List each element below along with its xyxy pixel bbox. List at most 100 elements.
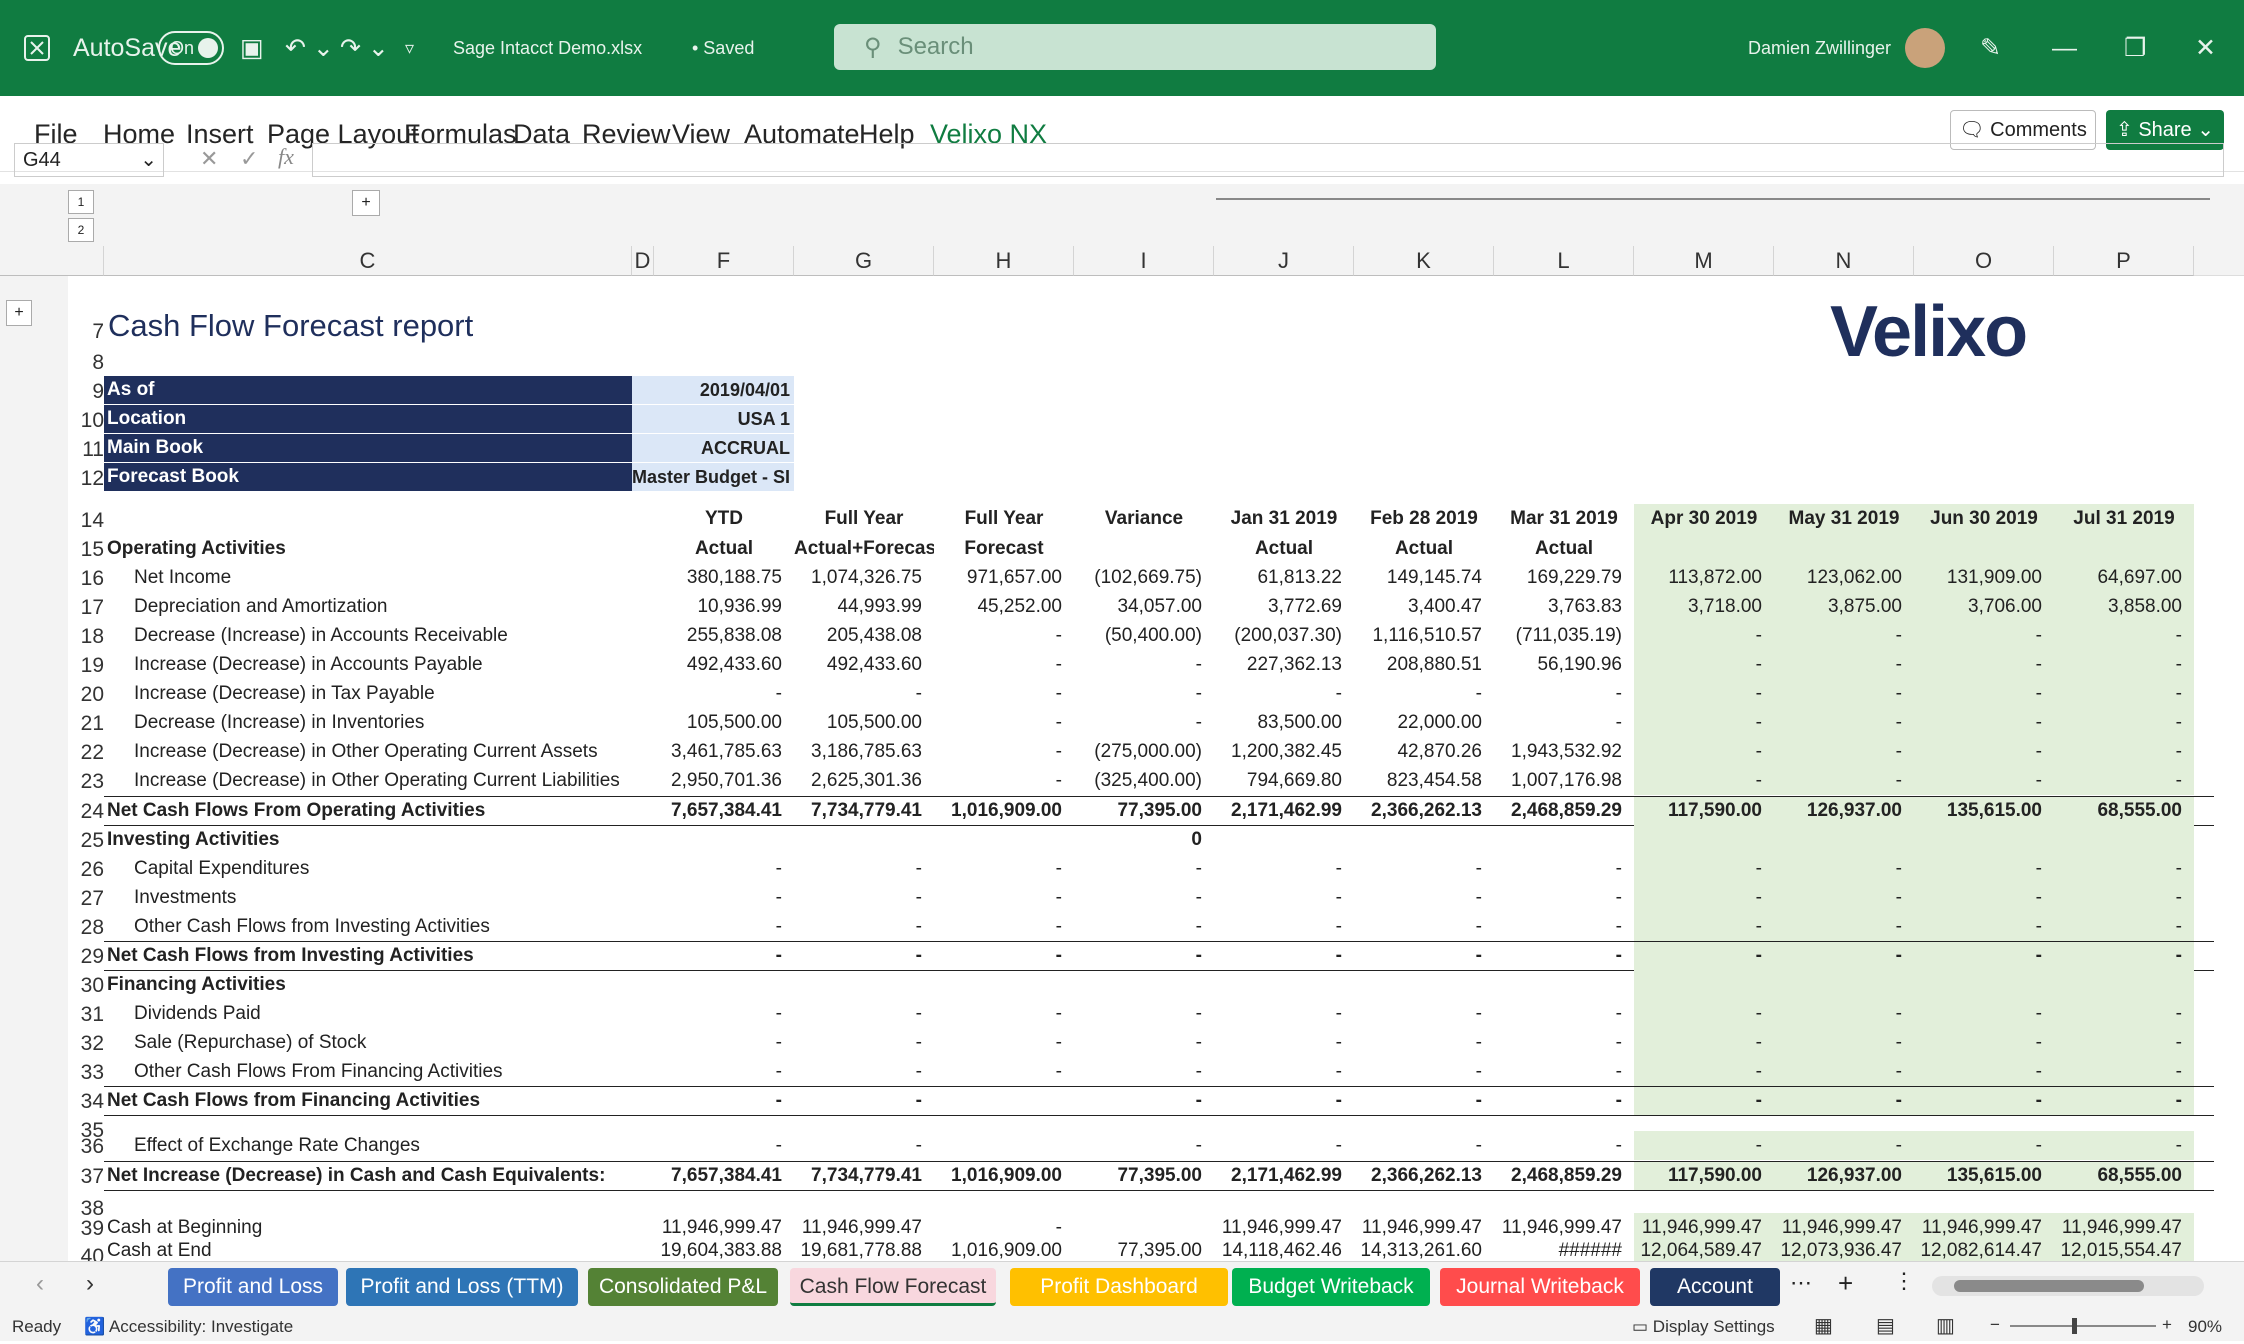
row-number[interactable]: 30 [68, 974, 104, 998]
value-cell[interactable]: - [1074, 1028, 1214, 1057]
value-cell[interactable]: 19,604,383.88 [654, 1241, 794, 1261]
value-cell[interactable]: 1,200,382.45 [1214, 737, 1354, 766]
sheet-tab[interactable]: Profit and Loss (TTM) [346, 1268, 578, 1306]
value-cell[interactable]: - [1914, 941, 2054, 970]
scroll-thumb[interactable] [1954, 1280, 2144, 1292]
value-cell[interactable]: 126,937.00 [1774, 796, 1914, 825]
value-cell[interactable]: - [1914, 737, 2054, 766]
value-cell[interactable]: - [1634, 766, 1774, 795]
column-header-H[interactable]: H [934, 246, 1074, 276]
outline-level-2-button[interactable]: 2 [68, 218, 94, 242]
value-cell[interactable]: - [654, 1057, 794, 1086]
row-label[interactable]: Decrease (Increase) in Inventories [104, 708, 632, 737]
value-cell[interactable]: (275,000.00) [1074, 737, 1214, 766]
value-cell[interactable]: - [794, 679, 934, 708]
value-cell[interactable]: 1,074,326.75 [794, 563, 934, 592]
value-cell[interactable]: - [934, 766, 1074, 795]
value-cell[interactable]: 123,062.00 [1774, 563, 1914, 592]
value-cell[interactable]: - [794, 1086, 934, 1115]
row-label[interactable]: Net Cash Flows From Operating Activities [104, 796, 632, 825]
param-label[interactable]: As of [104, 376, 632, 404]
value-cell[interactable]: - [2054, 854, 2194, 883]
value-cell[interactable]: - [934, 621, 1074, 650]
cancel-icon[interactable]: ✕ [200, 146, 218, 172]
value-cell[interactable]: - [1214, 912, 1354, 941]
sheet-tab[interactable]: Cash Flow Forecast [790, 1268, 996, 1306]
value-cell[interactable]: 492,433.60 [794, 650, 934, 679]
value-cell[interactable]: 11,946,999.47 [654, 1213, 794, 1242]
row-label[interactable]: Net Cash Flows from Financing Activities [104, 1086, 632, 1115]
value-cell[interactable]: - [794, 941, 934, 970]
value-cell[interactable]: - [1494, 999, 1634, 1028]
forecast-cell[interactable] [1914, 534, 2054, 563]
redo-icon[interactable]: ↷ ⌄ [340, 0, 389, 96]
value-cell[interactable]: 380,188.75 [654, 563, 794, 592]
formula-input[interactable] [312, 143, 2224, 177]
row-number[interactable]: 28 [68, 916, 104, 940]
value-cell[interactable]: - [1914, 1086, 2054, 1115]
column-subheading[interactable]: Actual [654, 534, 794, 564]
column-subheading[interactable]: Actual [1354, 534, 1494, 564]
value-cell[interactable]: - [2054, 941, 2194, 970]
value-cell[interactable]: 794,669.80 [1214, 766, 1354, 795]
column-header-L[interactable]: L [1494, 246, 1634, 276]
sheet-tab[interactable]: Profit and Loss [168, 1268, 338, 1306]
value-cell[interactable] [934, 1086, 1074, 1115]
value-cell[interactable] [934, 825, 1074, 854]
forecast-cell[interactable] [1774, 970, 1914, 999]
value-cell[interactable]: - [1214, 883, 1354, 912]
value-cell[interactable]: - [1634, 650, 1774, 679]
accessibility-status[interactable]: ♿ Accessibility: Investigate [84, 1317, 293, 1337]
value-cell[interactable]: 2,625,301.36 [794, 766, 934, 795]
forecast-cell[interactable] [1634, 970, 1774, 999]
value-cell[interactable]: - [794, 1028, 934, 1057]
value-cell[interactable]: 77,395.00 [1074, 1241, 1214, 1261]
value-cell[interactable]: - [934, 737, 1074, 766]
forecast-cell[interactable] [1634, 825, 1774, 854]
value-cell[interactable]: - [654, 854, 794, 883]
row-number[interactable]: 24 [68, 800, 104, 824]
value-cell[interactable]: - [1914, 883, 2054, 912]
value-cell[interactable]: - [1074, 854, 1214, 883]
value-cell[interactable]: 14,118,462.46 [1214, 1241, 1354, 1261]
value-cell[interactable]: 0 [1074, 825, 1214, 854]
value-cell[interactable]: - [1494, 941, 1634, 970]
more-sheets-icon[interactable]: ⋯ [1790, 1270, 1812, 1296]
value-cell[interactable]: 3,400.47 [1354, 592, 1494, 621]
value-cell[interactable]: 22,000.00 [1354, 708, 1494, 737]
param-value[interactable]: USA 1 [632, 405, 794, 433]
value-cell[interactable]: - [1914, 708, 2054, 737]
row-number[interactable]: 29 [68, 945, 104, 969]
row-label[interactable]: Effect of Exchange Rate Changes [104, 1131, 632, 1160]
value-cell[interactable]: - [2054, 1028, 2194, 1057]
value-cell[interactable]: - [934, 1057, 1074, 1086]
param-value[interactable]: 2019/04/01 [632, 376, 794, 404]
value-cell[interactable]: 11,946,999.47 [2054, 1213, 2194, 1242]
row-label[interactable]: Capital Expenditures [104, 854, 632, 883]
value-cell[interactable]: 11,946,999.47 [1774, 1213, 1914, 1242]
row-number[interactable]: 33 [68, 1061, 104, 1085]
value-cell[interactable]: 11,946,999.47 [1914, 1213, 2054, 1242]
value-cell[interactable]: 77,395.00 [1074, 1161, 1214, 1190]
row-label[interactable]: Depreciation and Amortization [104, 592, 632, 621]
function-icon[interactable]: fx [278, 144, 294, 170]
forecast-cell[interactable] [2054, 825, 2194, 854]
value-cell[interactable]: - [654, 1086, 794, 1115]
value-cell[interactable]: 2,468,859.29 [1494, 796, 1634, 825]
row-number[interactable]: 31 [68, 1003, 104, 1027]
value-cell[interactable]: - [794, 883, 934, 912]
expand-rows-button[interactable]: + [6, 300, 32, 326]
forecast-cell[interactable] [2054, 970, 2194, 999]
column-subheading[interactable]: Actual+Forecast [794, 534, 934, 564]
row-number[interactable]: 16 [68, 567, 104, 591]
value-cell[interactable]: 135,615.00 [1914, 796, 2054, 825]
value-cell[interactable]: - [1634, 1086, 1774, 1115]
value-cell[interactable]: - [1074, 1086, 1214, 1115]
value-cell[interactable]: 1,016,909.00 [934, 1161, 1074, 1190]
value-cell[interactable]: - [1774, 1131, 1914, 1160]
row-number[interactable]: 11 [68, 438, 104, 462]
row-label[interactable]: Net Cash Flows from Investing Activities [104, 941, 632, 970]
column-header-K[interactable]: K [1354, 246, 1494, 276]
value-cell[interactable]: (711,035.19) [1494, 621, 1634, 650]
value-cell[interactable]: - [1354, 854, 1494, 883]
